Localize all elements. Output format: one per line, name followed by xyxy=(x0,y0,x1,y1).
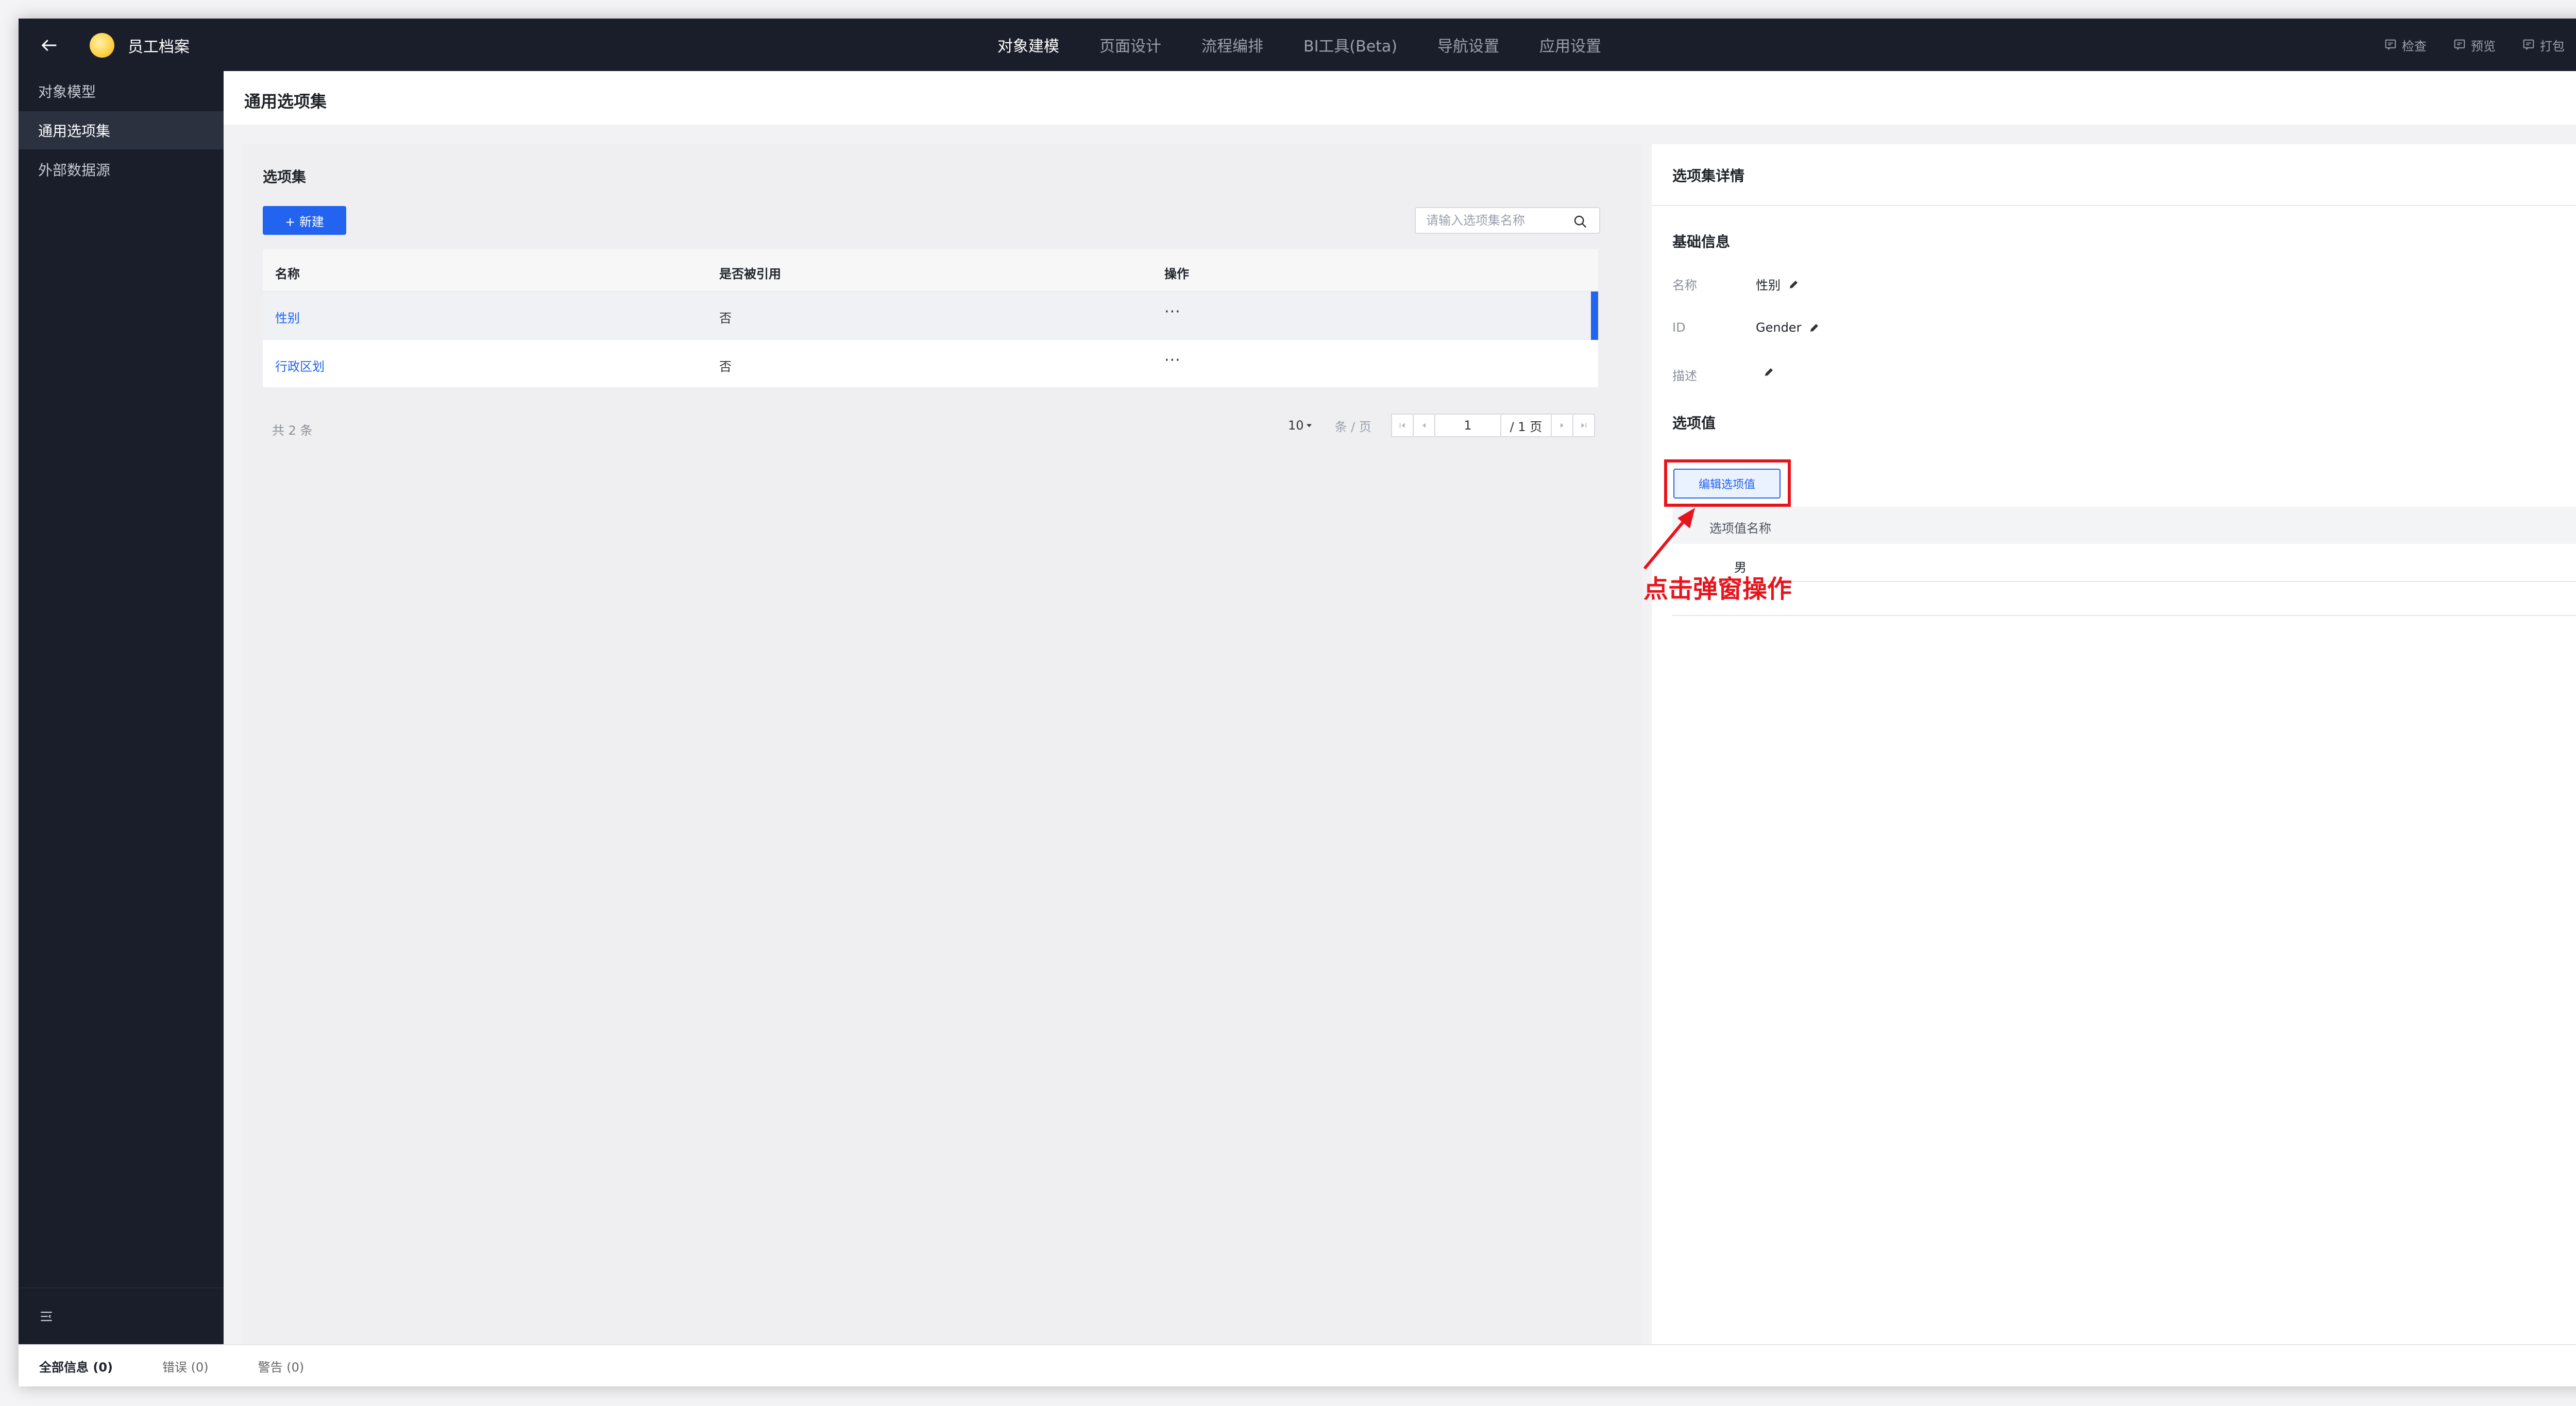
tab-bi-tool[interactable]: BI工具(Beta) xyxy=(1303,33,1397,56)
package-label: 打包 xyxy=(2540,39,2565,54)
column-referenced: 是否被引用 xyxy=(719,267,781,281)
highlight-box xyxy=(1664,459,1791,507)
search-box xyxy=(1415,207,1600,234)
preview-button[interactable]: 预览 xyxy=(2452,36,2496,54)
package-button[interactable]: 打包 xyxy=(2521,36,2565,54)
preview-label: 预览 xyxy=(2471,39,2496,54)
field-value-name: 性别 xyxy=(1756,275,1800,293)
sidebar: 对象模型 通用选项集 外部数据源 xyxy=(19,71,224,1344)
id-value: Gender xyxy=(1756,320,1802,335)
app-logo xyxy=(90,33,114,58)
tab-warnings[interactable]: 警告 (0) xyxy=(258,1357,304,1375)
option-set-name-link[interactable]: 行政区划 xyxy=(275,356,325,374)
check-button[interactable]: 检查 xyxy=(2383,36,2427,54)
field-label-description: 描述 xyxy=(1672,369,1697,383)
column-option-name: 选项值名称 xyxy=(1709,521,1771,536)
table-row[interactable]: 行政区划 否 ··· xyxy=(263,340,1598,388)
prev-page-icon xyxy=(1422,423,1426,428)
annotation-arrow-icon xyxy=(1643,508,1695,570)
total-pages: / 1 页 xyxy=(1500,414,1552,437)
back-button[interactable] xyxy=(34,30,65,61)
last-page-button[interactable] xyxy=(1572,414,1595,437)
sidebar-item-label: 通用选项集 xyxy=(38,123,111,140)
tab-errors[interactable]: 错误 (0) xyxy=(162,1357,209,1375)
last-page-icon xyxy=(1581,423,1587,428)
page-header: 通用选项集 xyxy=(224,71,2576,125)
tab-page-design[interactable]: 页面设计 xyxy=(1099,33,1161,56)
search-input[interactable] xyxy=(1426,213,1570,228)
table-row[interactable]: 性别 否 ··· xyxy=(263,292,1598,340)
referenced-value: 否 xyxy=(719,311,732,325)
sidebar-item-label: 对象模型 xyxy=(38,83,96,100)
divider xyxy=(1652,205,2576,206)
top-actions: 检查 预览 打包 发布 xyxy=(2358,19,2576,71)
annotation-text: 点击弹窗操作 xyxy=(1643,575,1792,604)
package-doc-icon xyxy=(2523,39,2534,50)
tab-app-settings[interactable]: 应用设置 xyxy=(1539,33,1601,56)
app-window: 员工档案 对象建模 页面设计 流程编排 BI工具(Beta) 导航设置 应用设置… xyxy=(19,19,2576,1386)
tab-flow-orchestration[interactable]: 流程编排 xyxy=(1201,33,1263,56)
search-icon[interactable] xyxy=(1572,214,1588,229)
name-value: 性别 xyxy=(1756,278,1781,293)
tab-nav-settings[interactable]: 导航设置 xyxy=(1437,33,1499,56)
sidebar-footer xyxy=(19,1288,224,1344)
page-size-select[interactable]: 10 xyxy=(1288,418,1314,433)
preview-doc-icon xyxy=(2454,39,2465,50)
basic-info-title: 基础信息 xyxy=(1672,233,1731,250)
more-actions-button[interactable]: ··· xyxy=(1164,351,1181,369)
collapse-menu-icon[interactable] xyxy=(38,1308,55,1325)
arrow-left-icon xyxy=(41,39,57,52)
selected-indicator xyxy=(1591,292,1598,340)
more-actions-button[interactable]: ··· xyxy=(1164,303,1181,321)
top-bar: 员工档案 对象建模 页面设计 流程编排 BI工具(Beta) 导航设置 应用设置… xyxy=(19,19,2576,71)
new-option-set-button[interactable]: + 新建 xyxy=(263,206,346,235)
option-set-name-link[interactable]: 性别 xyxy=(275,308,300,326)
column-name: 名称 xyxy=(275,267,300,281)
total-count: 共 2 条 xyxy=(272,423,313,438)
pencil-icon[interactable] xyxy=(1763,366,1775,378)
bottom-bar: 全部信息 (0) 错误 (0) 警告 (0) xyxy=(19,1344,2576,1386)
column-actions: 操作 xyxy=(1164,267,1189,281)
sidebar-item-external-data-source[interactable]: 外部数据源 xyxy=(19,150,224,188)
option-set-detail-panel: 选项集详情 基础信息 名称 性别 ID Gender 描述 选项值 编辑选项值 … xyxy=(1652,144,2576,1344)
field-value-description xyxy=(1756,366,1775,378)
app-title: 员工档案 xyxy=(128,38,190,56)
page-size-value: 10 xyxy=(1288,418,1304,433)
next-page-button[interactable] xyxy=(1550,414,1573,437)
field-label-id: ID xyxy=(1672,320,1686,335)
option-values-header: 选项值名称 xyxy=(1672,507,2576,544)
caret-down-icon xyxy=(1306,424,1312,427)
list-item xyxy=(1672,582,2576,616)
check-label: 检查 xyxy=(2402,39,2427,54)
pagination: 10 条 / 页 1 / 1 页 xyxy=(1288,413,1595,438)
sidebar-item-object-model[interactable]: 对象模型 xyxy=(19,72,224,110)
sidebar-item-label: 外部数据源 xyxy=(38,162,111,179)
per-page-label: 条 / 页 xyxy=(1334,419,1371,434)
option-set-title: 选项集 xyxy=(263,168,307,185)
prev-page-button[interactable] xyxy=(1412,414,1435,437)
field-value-id: Gender xyxy=(1756,320,1821,335)
table-header: 名称 是否被引用 操作 xyxy=(263,249,1598,292)
tab-object-modeling[interactable]: 对象建模 xyxy=(997,33,1059,56)
pencil-icon[interactable] xyxy=(1808,321,1821,334)
sidebar-item-common-option-sets[interactable]: 通用选项集 xyxy=(19,111,224,149)
tab-all-info[interactable]: 全部信息 (0) xyxy=(39,1357,113,1375)
check-doc-icon xyxy=(2385,39,2396,50)
first-page-button[interactable] xyxy=(1391,414,1414,437)
first-page-icon xyxy=(1399,423,1405,428)
next-page-icon xyxy=(1560,423,1564,428)
option-values-title: 选项值 xyxy=(1672,415,1716,432)
page-title: 通用选项集 xyxy=(244,92,327,111)
list-item: 男 xyxy=(1672,544,2576,582)
referenced-value: 否 xyxy=(719,359,732,374)
current-page-input[interactable]: 1 xyxy=(1434,414,1501,437)
field-label-name: 名称 xyxy=(1672,278,1697,293)
pencil-icon[interactable] xyxy=(1788,278,1800,290)
option-set-list: 选项集 + 新建 名称 是否被引用 操作 性别 否 ··· 行政区划 否 ··· xyxy=(242,144,1642,1344)
option-set-table: 名称 是否被引用 操作 性别 否 ··· 行政区划 否 ··· xyxy=(263,249,1598,388)
detail-title: 选项集详情 xyxy=(1672,167,1745,184)
top-nav: 对象建模 页面设计 流程编排 BI工具(Beta) 导航设置 应用设置 xyxy=(997,19,1641,71)
